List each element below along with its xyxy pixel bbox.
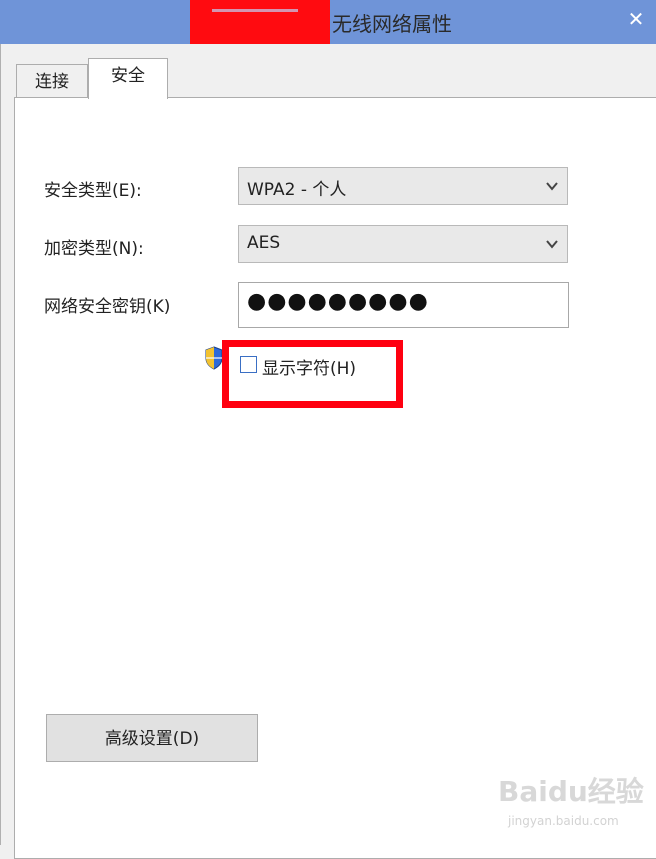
security-type-value: WPA2 - 个人 [247,180,347,200]
security-type-label: 安全类型(E): [44,181,142,201]
watermark-url: jingyan.baidu.com [508,814,619,828]
redaction-line [212,9,298,12]
watermark-logo: Baidu经验 [498,775,644,808]
tab-connection[interactable]: 连接 [16,64,88,97]
advanced-settings-button[interactable]: 高级设置(D) [46,714,258,762]
network-key-label: 网络安全密钥(K) [44,297,171,317]
network-key-masked-value: ●●●●●●●●● [247,289,429,314]
chevron-down-icon [546,240,558,249]
uac-shield-icon [205,346,223,370]
window-title: 无线网络属性 [332,12,452,36]
network-key-input[interactable]: ●●●●●●●●● [238,282,569,328]
redacted-network-name [190,0,330,44]
encryption-type-label: 加密类型(N): [44,239,144,259]
chevron-down-icon [546,182,558,191]
close-button[interactable]: ✕ [618,2,654,38]
security-type-select[interactable]: WPA2 - 个人 [238,167,568,205]
encryption-type-value: AES [247,233,281,253]
annotation-highlight-box [222,340,403,408]
close-icon: ✕ [627,7,645,31]
encryption-type-select[interactable]: AES [238,225,568,263]
tab-security[interactable]: 安全 [88,58,168,99]
title-bar: 无线网络属性 ✕ [0,0,656,44]
